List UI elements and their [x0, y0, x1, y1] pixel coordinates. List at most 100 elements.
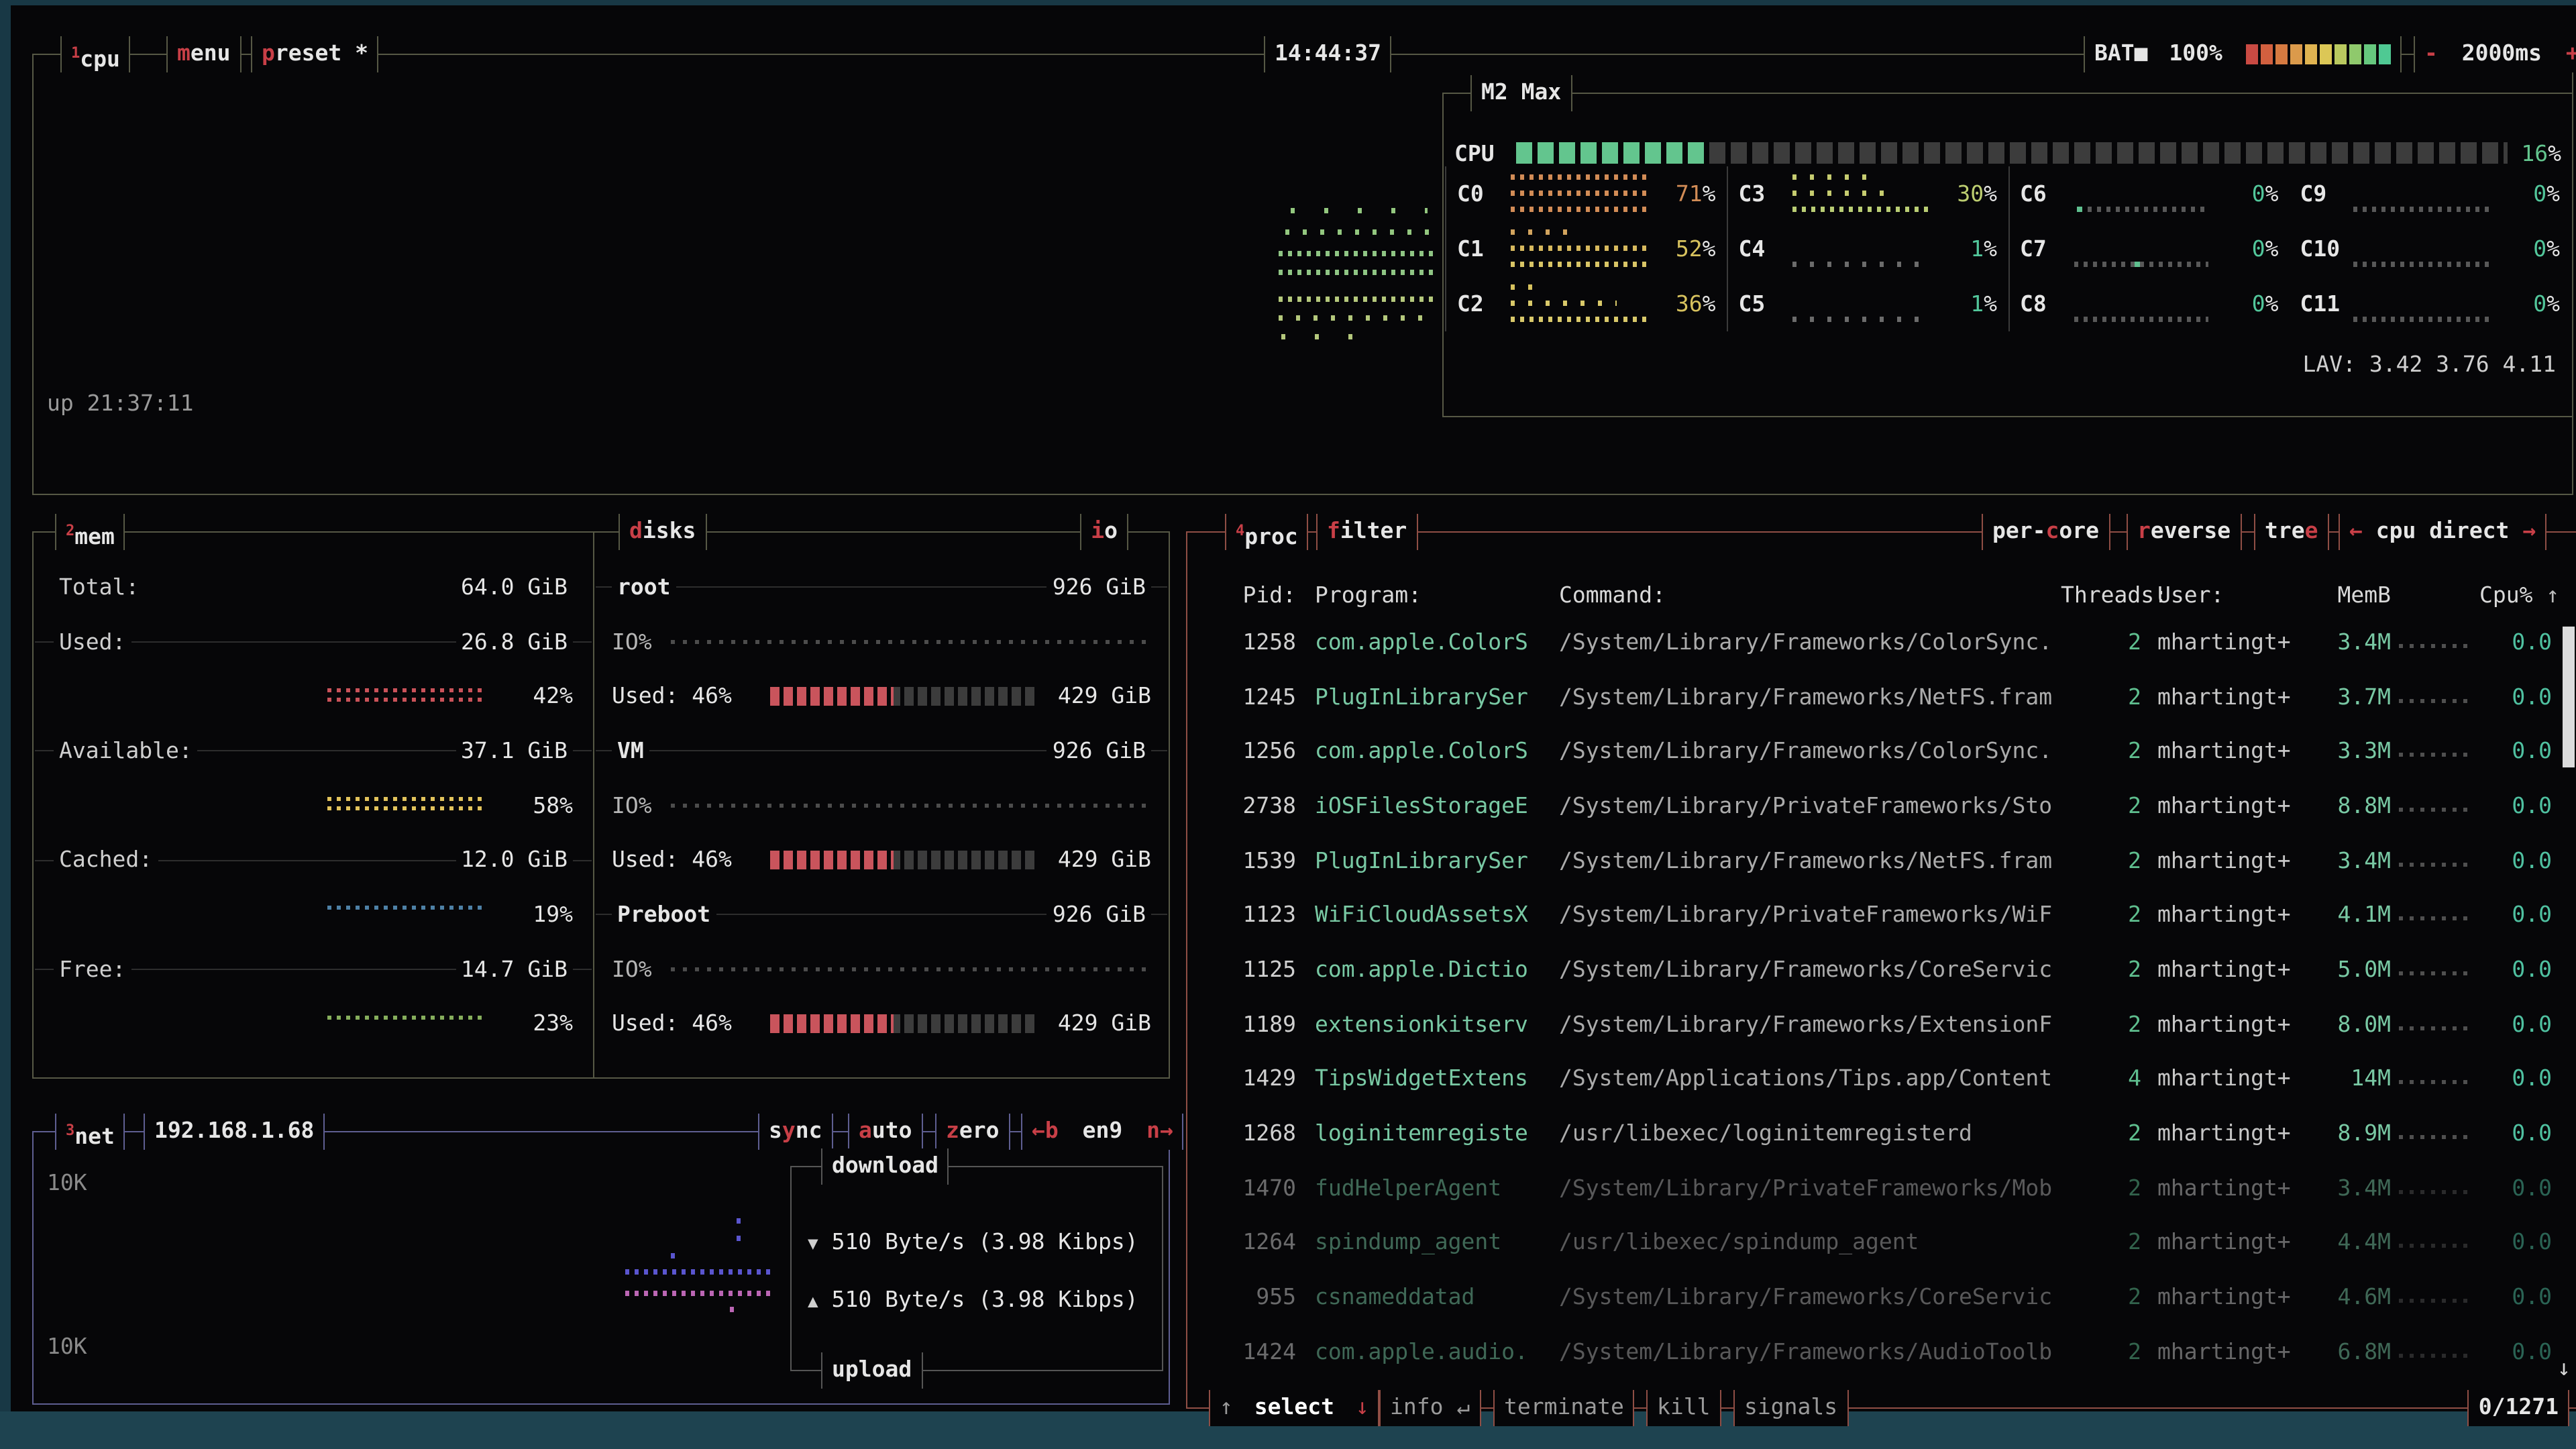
core-label: C0 [1457, 181, 1511, 207]
process-command: /System/Library/Frameworks/ColorSync. [1559, 738, 2061, 763]
cpu-history-graph [1279, 205, 1434, 345]
uptime-label: up 21:37:11 [47, 390, 194, 416]
tab-proc[interactable]: 4proc [1225, 514, 1309, 550]
process-pid: 1470 [1208, 1175, 1296, 1200]
mem-meter-percent: 42% [503, 683, 573, 708]
battery-block [2247, 44, 2259, 64]
up-arrow-icon[interactable]: ↑ [1220, 1394, 1233, 1419]
process-user: mhartingt+ [2157, 1120, 2305, 1146]
graph-row [1511, 190, 1646, 195]
core-graph [1511, 281, 1646, 327]
next-interface-button[interactable]: n→ [1146, 1118, 1173, 1143]
sort-column-switcher[interactable]: ← cpu direct → [2339, 514, 2546, 550]
signals-button[interactable]: signals [1733, 1390, 1848, 1426]
down-arrow-icon[interactable]: ↓ [1356, 1394, 1369, 1419]
process-row[interactable]: 1470 fudHelperAgent /System/Library/Priv… [1189, 1161, 2576, 1215]
sort-left-arrow[interactable]: ← [2349, 518, 2363, 543]
process-row[interactable]: 1429 TipsWidgetExtens /System/Applicatio… [1189, 1051, 2576, 1106]
tab-mem[interactable]: 2mem [55, 514, 125, 550]
process-program: PlugInLibrarySer [1315, 684, 1543, 709]
menu-button[interactable]: menu [166, 36, 241, 72]
process-threads: 2 [2061, 1175, 2141, 1200]
core-label: C9 [2300, 181, 2354, 207]
core-percent: 52% [1654, 236, 1716, 262]
process-row[interactable]: 1125 com.apple.Dictio /System/Library/Fr… [1189, 942, 2576, 996]
mem-row: 58% [35, 778, 592, 833]
graph-row [731, 1307, 737, 1312]
process-row[interactable]: 2738 iOSFilesStorageE /System/Library/Pr… [1189, 778, 2576, 833]
net-interface-switcher[interactable]: ←b en9 n→ [1021, 1114, 1184, 1150]
process-mem-dots [2399, 1299, 2469, 1303]
core-percent: 36% [1654, 291, 1716, 317]
tab-cpu[interactable]: 1cpu [60, 36, 131, 72]
process-cpu: 0.0 [2479, 1339, 2552, 1364]
select-control[interactable]: ↑ select ↓ [1209, 1390, 1380, 1426]
terminate-button[interactable]: terminate [1493, 1390, 1635, 1426]
tab-net[interactable]: 3net [55, 1114, 125, 1150]
graph-row [2354, 261, 2491, 266]
process-threads: 2 [2061, 684, 2141, 709]
disk-used-label: Used: 46% [612, 683, 770, 708]
core-percent: 1% [1935, 236, 1997, 262]
process-user: mhartingt+ [2157, 629, 2305, 655]
process-row[interactable]: 1256 com.apple.ColorS /System/Library/Fr… [1189, 724, 2576, 778]
selection-count: 0/1271 [2468, 1390, 2569, 1426]
prev-interface-button[interactable]: ←b [1032, 1118, 1059, 1143]
col-threads: Threads: [2061, 582, 2141, 608]
process-mem-dots [2399, 698, 2469, 702]
mem-row-value: 64.0 GiB [455, 574, 573, 600]
process-cpu: 0.0 [2479, 1011, 2552, 1036]
process-command: /System/Applications/Tips.app/Content [1559, 1066, 2061, 1091]
core-percent: 0% [2498, 236, 2560, 262]
load-average: LAV: 3.42 3.76 4.11 [2303, 352, 2557, 377]
mem-meter-dots [327, 688, 482, 704]
tab-disks[interactable]: disks [619, 514, 706, 550]
process-mem: 14M [2305, 1066, 2391, 1091]
process-row[interactable]: 1268 loginitemregiste /usr/libexec/login… [1189, 1106, 2576, 1160]
refresh-interval: - 2000ms + [2414, 36, 2576, 72]
core-graph [2354, 226, 2491, 272]
net-auto-toggle[interactable]: auto [848, 1114, 923, 1150]
disk-row: IO% [596, 778, 1167, 833]
per-core-toggle[interactable]: per-core [1982, 514, 2110, 550]
process-cpu: 0.0 [2479, 793, 2552, 818]
process-row[interactable]: 1264 spindump_agent /usr/libexec/spindum… [1189, 1215, 2576, 1269]
graph-row [737, 1218, 750, 1224]
tree-toggle[interactable]: tree [2254, 514, 2329, 550]
process-cpu: 0.0 [2479, 957, 2552, 982]
process-row[interactable]: 1245 PlugInLibrarySer /System/Library/Fr… [1189, 669, 2576, 723]
process-program: loginitemregiste [1315, 1120, 1543, 1146]
kill-button[interactable]: kill [1646, 1390, 1721, 1426]
disk-size: 926 GiB [1047, 738, 1151, 763]
process-row[interactable]: 1258 com.apple.ColorS /System/Library/Fr… [1189, 614, 2576, 669]
reverse-toggle[interactable]: reverse [2127, 514, 2241, 550]
core-graph [1792, 171, 1928, 217]
net-zero-toggle[interactable]: zero [935, 1114, 1010, 1150]
cpu-usage-bar-fill [1516, 142, 1705, 164]
io-mode-toggle[interactable]: io [1080, 514, 1128, 550]
process-command: /System/Library/Frameworks/ExtensionF [1559, 1011, 2061, 1036]
filter-button[interactable]: filter [1316, 514, 1417, 550]
sort-right-arrow[interactable]: → [2522, 518, 2536, 543]
process-program: com.apple.audio. [1315, 1339, 1543, 1364]
process-mem-dots [2399, 1135, 2469, 1139]
process-row[interactable]: 955 csnameddatad /System/Library/Framewo… [1189, 1270, 2576, 1324]
process-row[interactable]: 1189 extensionkitserv /System/Library/Fr… [1189, 997, 2576, 1051]
process-row[interactable]: 1539 PlugInLibrarySer /System/Library/Fr… [1189, 833, 2576, 888]
scrollbar-thumb[interactable] [2563, 627, 2575, 767]
process-user: mhartingt+ [2157, 1066, 2305, 1091]
interval-increase-button[interactable]: + [2566, 40, 2576, 66]
preset-button[interactable]: preset * [251, 36, 379, 72]
process-mem: 3.4M [2305, 1175, 2391, 1200]
process-row[interactable]: 1123 WiFiCloudAssetsX /System/Library/Pr… [1189, 888, 2576, 942]
interval-decrease-button[interactable]: - [2424, 40, 2438, 66]
info-button[interactable]: info ↵ [1379, 1390, 1481, 1426]
disk-row: Used: 46% 429 GiB [596, 996, 1167, 1051]
process-row[interactable]: 1424 com.apple.audio. /System/Library/Fr… [1189, 1324, 2576, 1379]
process-mem: 4.4M [2305, 1230, 2391, 1255]
net-sync-toggle[interactable]: sync [758, 1114, 833, 1150]
process-mem-dots [2399, 1189, 2469, 1193]
graph-row [1279, 297, 1434, 302]
mem-meter: 19% [327, 902, 573, 927]
mem-meter-percent: 58% [503, 792, 573, 818]
